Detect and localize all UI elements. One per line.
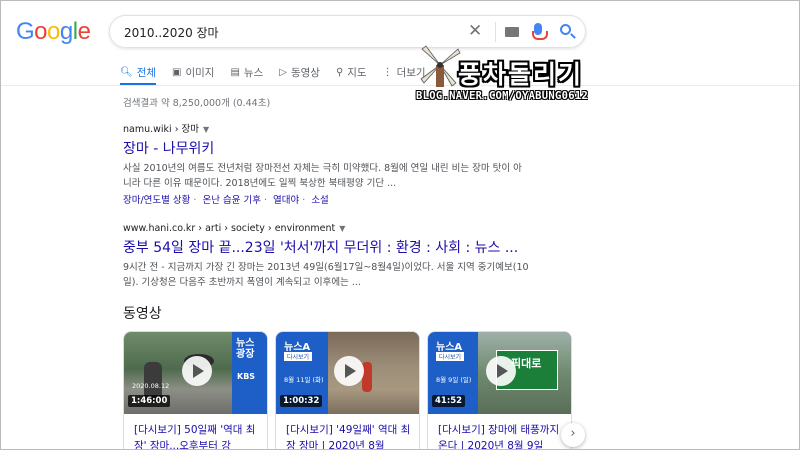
sitelink[interactable]: 온난 습윤 기후 — [202, 195, 260, 206]
cite-text: www.hani.co.kr › arti › society › enviro… — [123, 223, 336, 234]
page-frame: Google 2010..2020 장마 ✕ 🔍︎ 전체 ▣ 이미지 ▤ 뉴스 ▷ 동영… — [0, 0, 800, 450]
caret-down-icon[interactable]: ▼ — [203, 125, 209, 134]
brand-label: 뉴스A — [284, 342, 311, 353]
chevron-right-icon[interactable]: › — [561, 423, 585, 447]
caret-down-icon[interactable]: ▼ — [339, 224, 345, 233]
watermark-title: 풍차돌리기 — [458, 60, 584, 89]
tab-all[interactable]: 🔍︎ 전체 — [120, 61, 157, 86]
tab-images[interactable]: ▣ 이미지 — [172, 61, 214, 83]
sitelink-separator: · — [302, 195, 306, 206]
sitelink-separator: · — [193, 195, 197, 206]
cite-text: namu.wiki › 장마 — [123, 124, 200, 135]
video-title[interactable]: [다시보기] 50일째 '역대 최장' 장마...오후부터 강 — [134, 422, 264, 449]
news-icon: ▤ — [230, 66, 240, 78]
tab-videos[interactable]: ▷ 동영상 — [279, 61, 320, 83]
brand-sub: KBS — [237, 372, 256, 381]
video-date: 8월 9일 (일) — [436, 376, 472, 384]
search-input[interactable]: 2010..2020 장마 — [124, 24, 219, 41]
sitelink[interactable]: 열대야 — [273, 195, 299, 206]
result-stats: 검색결과 약 8,250,000개 (0.44초) — [123, 98, 271, 109]
tab-label: 동영상 — [290, 66, 320, 79]
video-thumbnail[interactable]: 픽대로 뉴스A 다시보기 8월 9일 (일) 41:52 — [428, 332, 571, 414]
brand-sub: 다시보기 — [284, 352, 313, 361]
tabs-divider — [1, 85, 799, 86]
videos-heading: 동영상 — [123, 306, 162, 322]
video-thumbnail[interactable]: 뉴스 광장 KBS 2020.08.12 1:46:00 — [124, 332, 267, 414]
video-duration: 1:00:32 — [280, 395, 323, 407]
video-duration: 41:52 — [432, 395, 466, 407]
result-cite[interactable]: namu.wiki › 장마 ▼ — [123, 121, 533, 135]
keyboard-icon[interactable] — [505, 27, 519, 37]
blog-watermark: 풍차돌리기 BLOG.NAVER.COM/OYABUNG0612 — [416, 41, 626, 111]
snippet-line: 니라 다른 이유 때문이다. 2018년에도 일찍 북상한 북태평양 기단 ..… — [123, 178, 397, 189]
snippet-line: 9시간 전 - 지금까지 가장 긴 장마는 2013년 49일(6월17일~8월… — [123, 262, 529, 273]
play-icon[interactable] — [486, 356, 516, 386]
play-icon[interactable] — [334, 356, 364, 386]
map-pin-icon: ⚲ — [335, 66, 344, 78]
mic-icon[interactable] — [532, 23, 548, 40]
sitelink[interactable]: 소설 — [311, 195, 328, 206]
result-title-link[interactable]: 중부 54일 장마 끝...23일 '처서'까지 무더위 : 환경 : 사회 :… — [123, 237, 533, 257]
tab-label: 뉴스 — [243, 66, 264, 79]
clear-icon[interactable]: ✕ — [468, 21, 482, 41]
search-result: www.hani.co.kr › arti › society › enviro… — [123, 223, 533, 290]
video-thumbnail[interactable]: 뉴스A 다시보기 8월 11일 (화) 1:00:32 — [276, 332, 419, 414]
watermark-url: BLOG.NAVER.COM/OYABUNG0612 — [416, 90, 589, 102]
video-icon: ▷ — [279, 66, 287, 78]
image-icon: ▣ — [172, 66, 182, 78]
brand-panel: 뉴스 광장 KBS — [232, 332, 267, 414]
brand-label: 뉴스 광장 — [236, 338, 255, 360]
search-tabs: 🔍︎ 전체 ▣ 이미지 ▤ 뉴스 ▷ 동영상 ⚲ 지도 ⋮ 더보기 — [120, 61, 442, 86]
sitelink[interactable]: 장마/연도별 상황 — [123, 195, 190, 206]
video-date: 8월 11일 (화) — [284, 376, 324, 384]
brand-sub: 다시보기 — [436, 352, 465, 361]
search-result: namu.wiki › 장마 ▼ 장마 - 나무위키 사실 2010년의 여름도 … — [123, 121, 533, 206]
play-icon[interactable] — [182, 356, 212, 386]
result-snippet: 9시간 전 - 지금까지 가장 긴 장마는 2013년 49일(6월17일~8월… — [123, 260, 533, 290]
video-card[interactable]: 뉴스A 다시보기 8월 11일 (화) 1:00:32 [다시보기] '49일째… — [275, 331, 420, 449]
search-icon: 🔍︎ — [120, 66, 133, 78]
video-card[interactable]: 뉴스 광장 KBS 2020.08.12 1:46:00 [다시보기] 50일째… — [123, 331, 268, 449]
sitelink-separator: · — [263, 195, 267, 206]
search-icon[interactable] — [560, 24, 571, 35]
result-snippet: 사실 2010년의 여름도 전년처럼 장마전선 자체는 극히 미약했다. 8월에… — [123, 161, 533, 191]
windmill-icon — [420, 45, 461, 87]
search-divider — [495, 22, 496, 42]
video-duration: 1:46:00 — [128, 395, 171, 407]
tab-label: 전체 — [136, 66, 157, 79]
tab-label: 이미지 — [185, 66, 215, 79]
video-title[interactable]: [다시보기] 장마에 태풍까지 온다 | 2020년 8월 9일 — [438, 422, 568, 449]
tab-label: 지도 — [347, 66, 367, 79]
result-title-link[interactable]: 장마 - 나무위키 — [123, 138, 533, 158]
snippet-line: 사실 2010년의 여름도 전년처럼 장마전선 자체는 극히 미약했다. 8월에… — [123, 163, 522, 174]
snippet-line: 일). 기상청은 다음주 초반까지 폭염이 계속되고 이후에는 ... — [123, 277, 361, 288]
more-vert-icon: ⋮ — [382, 66, 393, 78]
tab-news[interactable]: ▤ 뉴스 — [230, 61, 263, 83]
video-title[interactable]: [다시보기] '49일째' 역대 최장 장마 | 2020년 8월 — [286, 422, 416, 449]
brand-label: 뉴스A — [436, 342, 463, 353]
google-logo[interactable]: Google — [16, 18, 91, 46]
result-cite[interactable]: www.hani.co.kr › arti › society › enviro… — [123, 223, 533, 234]
sitelinks: 장마/연도별 상황 · 온난 습윤 기후 · 열대야 · 소설 — [123, 192, 533, 206]
video-date: 2020.08.12 — [132, 382, 170, 390]
tab-maps[interactable]: ⚲ 지도 — [336, 61, 367, 83]
video-card[interactable]: 픽대로 뉴스A 다시보기 8월 9일 (일) 41:52 [다시보기] 장마에 … — [427, 331, 572, 449]
